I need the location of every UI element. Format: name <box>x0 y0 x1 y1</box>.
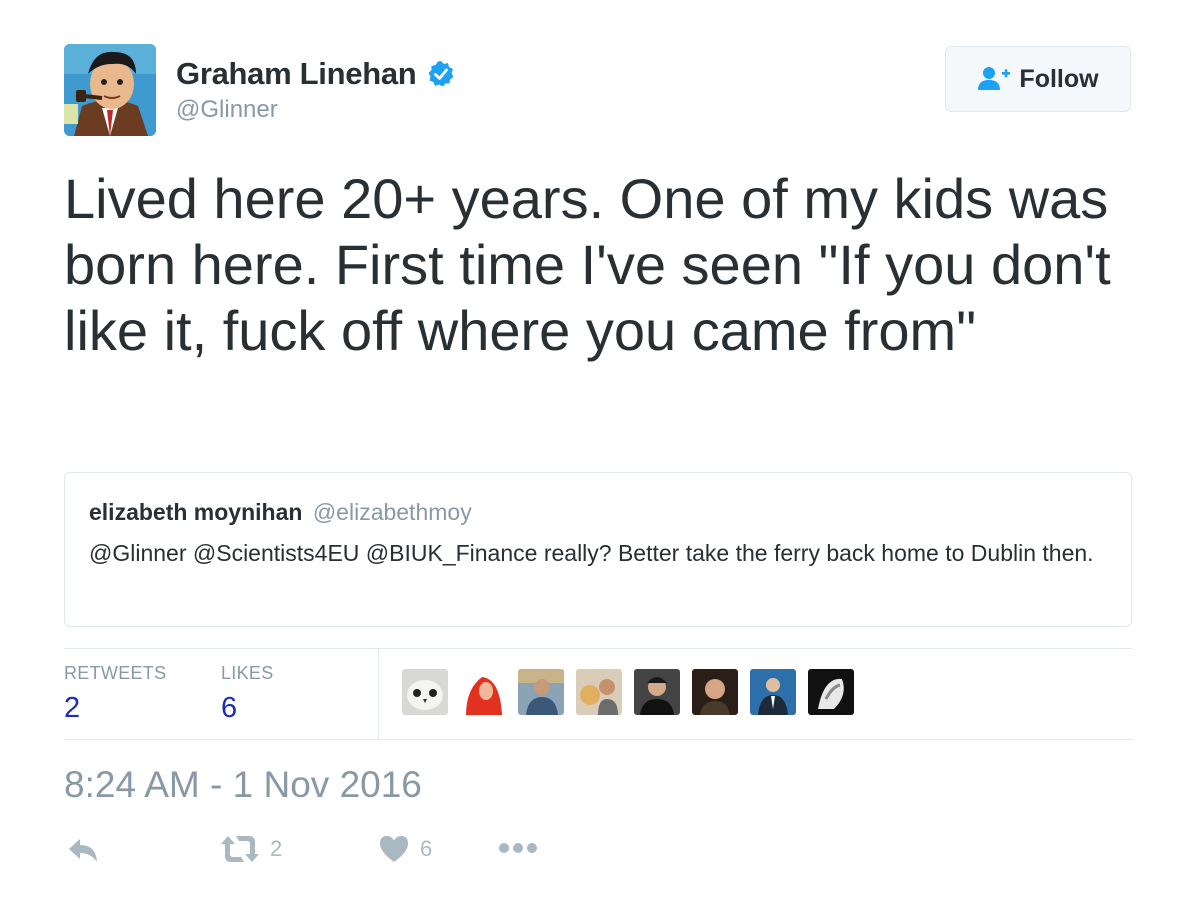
user-identity: Graham Linehan @Glinner <box>176 56 455 124</box>
quoted-tweet-header: elizabeth moynihan @elizabethmoy <box>89 499 1107 526</box>
follow-button-label: Follow <box>1019 64 1099 93</box>
liker-avatar[interactable] <box>460 669 506 715</box>
avatar-illustration <box>64 44 156 136</box>
liker-avatar[interactable] <box>518 669 564 715</box>
liker-avatar[interactable] <box>576 669 622 715</box>
quoted-tweet[interactable]: elizabeth moynihan @elizabethmoy @Glinne… <box>64 472 1132 627</box>
retweets-label: RETWEETS <box>64 663 167 683</box>
tweet-timestamp[interactable]: 8:24 AM - 1 Nov 2016 <box>64 764 422 806</box>
likes-stat[interactable]: LIKES 6 <box>221 663 274 725</box>
verified-badge-icon <box>427 60 455 88</box>
reply-icon <box>69 839 97 862</box>
add-user-icon <box>978 67 1011 90</box>
follow-button[interactable]: Follow <box>945 46 1131 112</box>
reply-button[interactable] <box>66 834 100 868</box>
tweet-text: Lived here 20+ years. One of my kids was… <box>64 167 1111 362</box>
retweets-stat[interactable]: RETWEETS 2 <box>64 663 166 725</box>
more-button[interactable] <box>498 842 538 854</box>
stats-divider <box>378 649 379 739</box>
liker-avatar[interactable] <box>692 669 738 715</box>
retweet-icon <box>221 836 259 862</box>
quoted-tweet-text: @Glinner @Scientists4EU @BIUK_Finance re… <box>89 540 1094 566</box>
heart-icon <box>380 836 408 862</box>
liker-avatar[interactable] <box>750 669 796 715</box>
liker-avatar[interactable] <box>808 669 854 715</box>
liker-avatar[interactable] <box>634 669 680 715</box>
tweet-actions: 2 6 <box>64 834 584 878</box>
more-dots-icon <box>499 843 537 853</box>
quoted-tweet-name: elizabeth moynihan <box>89 499 303 525</box>
quoted-tweet-handle: @elizabethmoy <box>312 499 472 525</box>
likes-count: 6 <box>221 692 238 724</box>
retweet-count: 2 <box>270 836 283 861</box>
likes-label: LIKES <box>221 663 274 683</box>
like-button[interactable]: 6 <box>378 834 432 864</box>
retweet-button[interactable]: 2 <box>220 834 282 864</box>
avatar[interactable] <box>64 44 156 136</box>
tweet-stats: RETWEETS 2 LIKES 6 <box>64 648 1132 740</box>
user-handle[interactable]: @Glinner <box>176 96 455 124</box>
like-count: 6 <box>420 836 433 861</box>
retweets-count: 2 <box>64 692 81 724</box>
display-name[interactable]: Graham Linehan <box>176 56 417 92</box>
liker-avatars <box>402 669 854 715</box>
liker-avatar[interactable] <box>402 669 448 715</box>
